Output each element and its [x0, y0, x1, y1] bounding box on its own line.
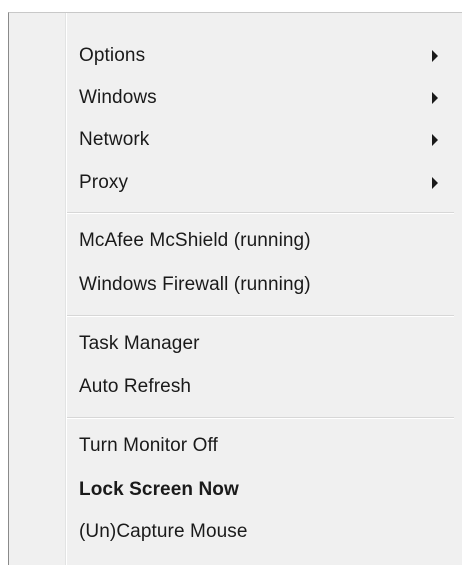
menu-item-mcafee-mcshield[interactable]: McAfee McShield (running) [67, 220, 462, 262]
submenu-arrow-icon [432, 177, 438, 189]
menu-item-label: Lock Screen Now [79, 479, 239, 500]
menu-item-options[interactable]: Options [67, 35, 462, 77]
menu-separator [67, 212, 454, 214]
menu-item-label: Network [79, 129, 150, 150]
menu-item-label: Windows [79, 87, 157, 108]
menu-item-label: Task Manager [79, 333, 200, 354]
menu-item-lock-screen-now[interactable]: Lock Screen Now [67, 469, 462, 511]
submenu-arrow-icon [432, 50, 438, 62]
menu-item-label: Proxy [79, 172, 129, 193]
menu-item-windows-firewall[interactable]: Windows Firewall (running) [67, 264, 462, 306]
submenu-arrow-icon [432, 92, 438, 104]
menu-item-uncapture-mouse[interactable]: (Un)Capture Mouse [67, 511, 462, 553]
menu-item-label: (Un)Capture Mouse [79, 521, 248, 542]
menu-item-auto-refresh[interactable]: Auto Refresh [67, 366, 462, 408]
menu-item-network[interactable]: Network [67, 119, 462, 161]
menu-separator [67, 417, 454, 419]
menu-item-label: McAfee McShield (running) [79, 230, 311, 251]
menu-item-label: Options [79, 45, 146, 66]
menu-item-label: Auto Refresh [79, 376, 192, 397]
menu-item-label: Windows Firewall (running) [79, 274, 311, 295]
menu-separator [67, 315, 454, 317]
menu-item-label: Turn Monitor Off [79, 435, 218, 456]
menu-item-proxy[interactable]: Proxy [67, 162, 462, 204]
menu-item-turn-monitor-off[interactable]: Turn Monitor Off [67, 425, 462, 467]
context-menu: Options Windows Network Proxy McAfee McS… [8, 12, 462, 565]
menu-item-windows[interactable]: Windows [67, 77, 462, 119]
menu-item-task-manager[interactable]: Task Manager [67, 323, 462, 365]
submenu-arrow-icon [432, 134, 438, 146]
